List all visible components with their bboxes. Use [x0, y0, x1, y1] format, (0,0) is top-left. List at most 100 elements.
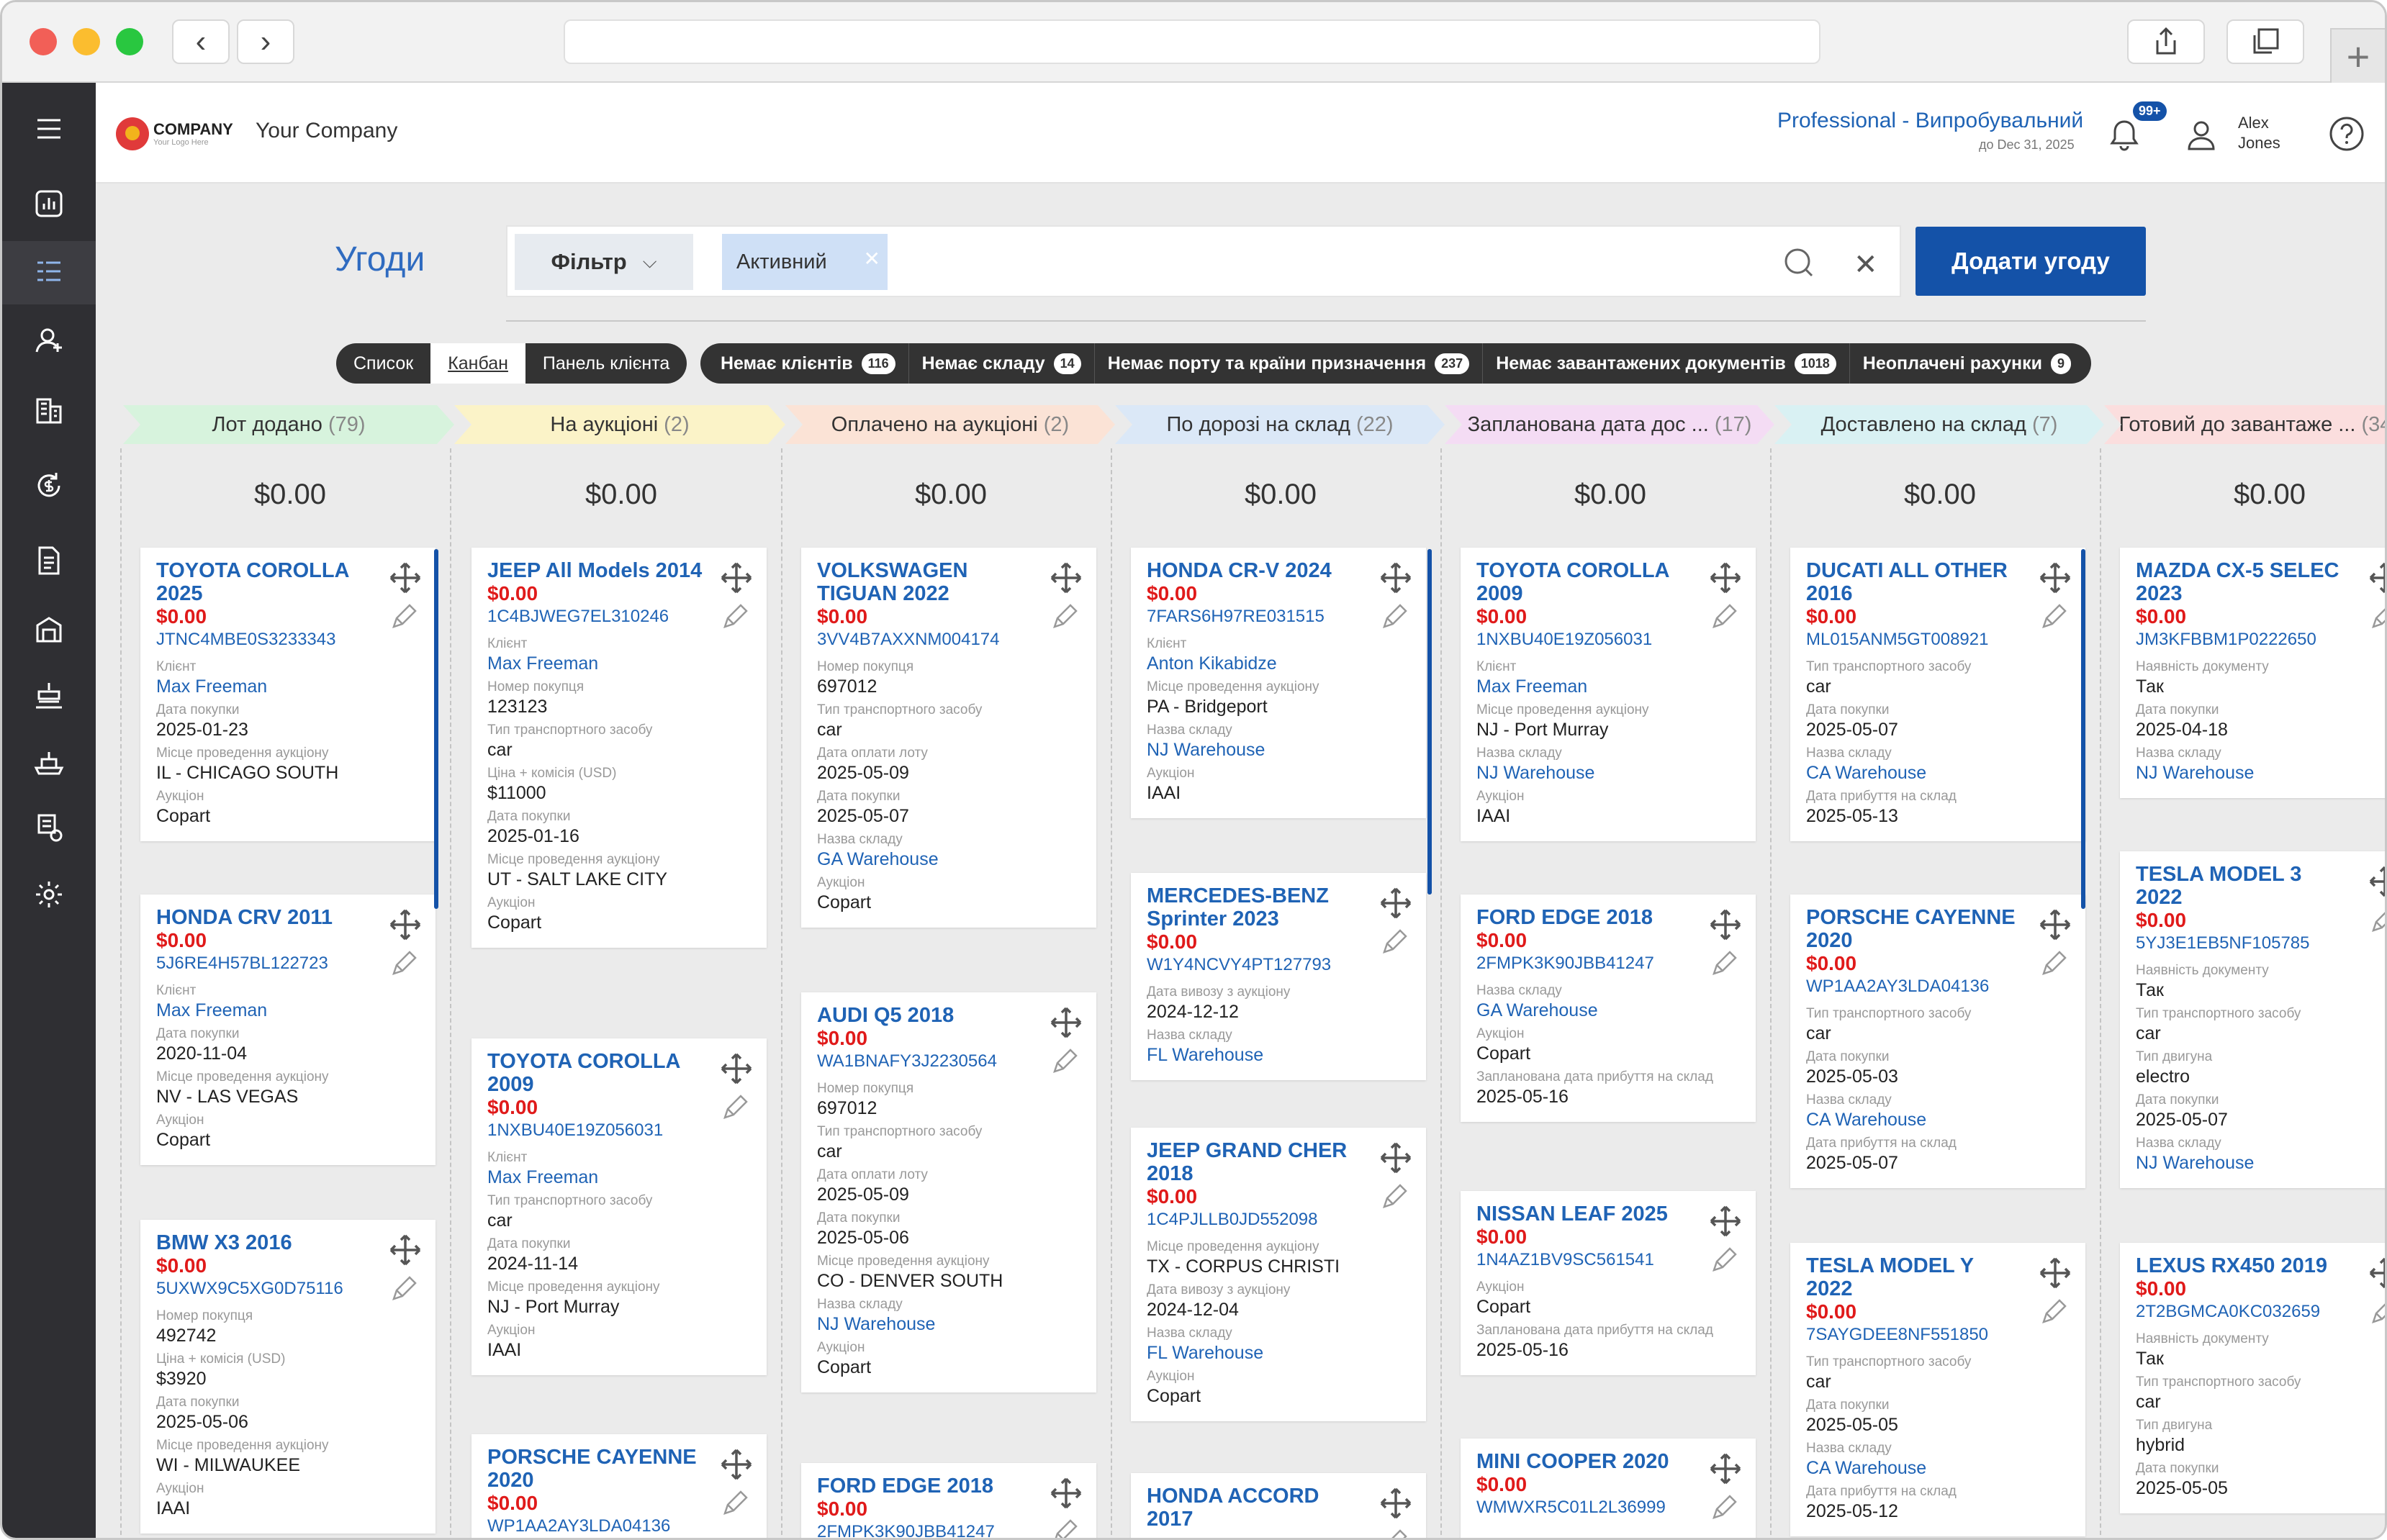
- quick-filter[interactable]: Немає завантажених документів 1018: [1483, 343, 1850, 384]
- deal-title[interactable]: TOYOTA COROLLA 2025: [156, 559, 372, 605]
- drag-move-icon[interactable]: [2368, 561, 2387, 595]
- deal-vin[interactable]: WP1AA2AY3LDA04136: [487, 1515, 752, 1538]
- drag-move-icon[interactable]: [388, 907, 423, 942]
- sidebar-item-warehouse[interactable]: [2, 598, 96, 661]
- sidebar-item-payments[interactable]: [2, 454, 96, 517]
- deal-card[interactable]: MAZDA CX-5 SELEC 2023 $0.00 JM3KFBBM1P0222…: [2120, 548, 2387, 798]
- field-value[interactable]: NJ Warehouse: [2136, 1152, 2385, 1174]
- deal-vin[interactable]: WP1AA2AY3LDA04136: [1806, 975, 2071, 998]
- pencil-icon[interactable]: [2039, 949, 2068, 978]
- deal-title[interactable]: DUCATI ALL OTHER 2016: [1806, 559, 2022, 605]
- sidebar-item-dashboard[interactable]: [2, 172, 96, 235]
- deal-card[interactable]: TOYOTA COROLLA 2009 $0.00 1NXBU40E19Z05603…: [471, 1038, 767, 1375]
- stage-header[interactable]: Оплачено на аукціоні (2): [785, 405, 1115, 444]
- pencil-icon[interactable]: [1380, 1182, 1409, 1211]
- drag-move-icon[interactable]: [1049, 1005, 1083, 1040]
- field-value[interactable]: NJ Warehouse: [1476, 762, 1741, 784]
- deal-title[interactable]: VOLKSWAGEN TIGUAN 2022: [817, 559, 1033, 605]
- quick-filter[interactable]: Немає порту та країни призначення 237: [1095, 343, 1484, 384]
- deal-card[interactable]: BMW X3 2016 $0.00 5UXWX9C5XG0D75116 Номер п…: [140, 1220, 436, 1534]
- deal-card[interactable]: MERCEDES-BENZ Sprinter 2023 $0.00 W1Y4NCVY…: [1131, 873, 1426, 1080]
- deal-title[interactable]: HONDA CRV 2011: [156, 906, 372, 929]
- pencil-icon[interactable]: [1710, 1493, 1738, 1522]
- minimize-window-button[interactable]: [73, 28, 100, 55]
- sidebar-menu-toggle[interactable]: [2, 97, 96, 160]
- deal-card[interactable]: FORD EDGE 2018 $0.00 2FMPK3K90JBB41247: [801, 1463, 1096, 1538]
- deal-title[interactable]: PORSCHE CAYENNE 2020: [1806, 906, 2022, 952]
- clear-icon[interactable]: ✕: [1854, 248, 1878, 281]
- drag-move-icon[interactable]: [1378, 1486, 1413, 1521]
- field-value[interactable]: Max Freeman: [156, 676, 421, 697]
- deal-vin[interactable]: 1C4BJWEG7EL310246: [487, 605, 752, 628]
- deal-vin[interactable]: WMWXR5C01L2L36999: [1476, 1496, 1741, 1519]
- field-value[interactable]: NJ Warehouse: [2136, 762, 2385, 784]
- deal-title[interactable]: MAZDA CX-5 SELEC 2023: [2136, 559, 2352, 605]
- deal-vin[interactable]: WA1BNAFY3J2230564: [817, 1050, 1082, 1073]
- drag-move-icon[interactable]: [2368, 1256, 2387, 1290]
- drag-move-icon[interactable]: [2038, 561, 2072, 595]
- deal-vin[interactable]: 1C4PJLLB0JD552098: [1147, 1208, 1412, 1231]
- view-list-tab[interactable]: Список: [336, 343, 430, 384]
- stage-header[interactable]: Готовий до завантаже ...(34: [2104, 405, 2387, 444]
- drag-move-icon[interactable]: [2368, 864, 2387, 899]
- drag-move-icon[interactable]: [1378, 886, 1413, 920]
- pencil-icon[interactable]: [721, 1489, 749, 1518]
- column-scrollbar[interactable]: [1427, 549, 1432, 894]
- deal-vin[interactable]: 2T2BGMCA0KC032659: [2136, 1300, 2385, 1323]
- deal-title[interactable]: TESLA MODEL 3 2022: [2136, 863, 2352, 909]
- back-button[interactable]: ‹: [172, 19, 230, 64]
- field-value[interactable]: CA Warehouse: [1806, 1109, 2071, 1131]
- deal-title[interactable]: AUDI Q5 2018: [817, 1004, 1033, 1027]
- deal-vin[interactable]: 2FMPK3K90JBB41247: [1476, 952, 1741, 975]
- field-value[interactable]: Max Freeman: [1476, 676, 1741, 697]
- stage-header[interactable]: На аукціоні (2): [454, 405, 785, 444]
- deal-card[interactable]: TOYOTA COROLLA 2025 $0.00 JTNC4MBE0S323334…: [140, 548, 436, 841]
- drag-move-icon[interactable]: [1708, 1204, 1743, 1238]
- add-deal-button[interactable]: Додати угоду: [1916, 227, 2146, 296]
- column-scrollbar[interactable]: [2081, 549, 2085, 909]
- sidebar-item-loading[interactable]: [2, 664, 96, 728]
- deal-card[interactable]: HONDA CR-V 2024 $0.00 7FARS6H97RE031515 Клі…: [1131, 548, 1426, 818]
- column-scrollbar[interactable]: [434, 549, 438, 909]
- deal-title[interactable]: TOYOTA COROLLA 2009: [1476, 559, 1692, 605]
- stage-header[interactable]: Запланована дата дос ... (17): [1445, 405, 1774, 444]
- share-button[interactable]: [2127, 19, 2205, 64]
- deal-title[interactable]: MINI COOPER 2020: [1476, 1450, 1692, 1473]
- pencil-icon[interactable]: [1710, 602, 1738, 631]
- deal-card[interactable]: PORSCHE CAYENNE 2020 $0.00 WP1AA2AY3LDA041…: [471, 1434, 767, 1538]
- deal-title[interactable]: BMW X3 2016: [156, 1231, 372, 1254]
- quick-filter[interactable]: Неоплачені рахунки 9: [1850, 343, 2084, 384]
- deal-vin[interactable]: 1NXBU40E19Z056031: [487, 1119, 752, 1142]
- deal-vin[interactable]: 5UXWX9C5XG0D75116: [156, 1277, 421, 1300]
- deal-card[interactable]: TESLA MODEL Y 2022 $0.00 7SAYGDEE8NF551850…: [1790, 1243, 2085, 1536]
- deal-title[interactable]: MERCEDES-BENZ Sprinter 2023: [1147, 884, 1363, 930]
- search-bar[interactable]: Фільтр ⌵ Активний ✕ ✕: [506, 225, 1901, 297]
- stage-header[interactable]: Лот додано (79): [123, 405, 454, 444]
- deal-vin[interactable]: 5YJ3E1EB5NF105785: [2136, 932, 2385, 955]
- deal-card[interactable]: JEEP All Models 2014 $0.00 1C4BJWEG7EL3102…: [471, 548, 767, 948]
- deal-card[interactable]: AUDI Q5 2018 $0.00 WA1BNAFY3J2230564 Номер …: [801, 992, 1096, 1392]
- sidebar-item-invoices[interactable]: [2, 529, 96, 592]
- pencil-icon[interactable]: [2039, 602, 2068, 631]
- pencil-icon[interactable]: [1710, 949, 1738, 978]
- company-logo[interactable]: COMPANY Your Logo Here: [116, 112, 240, 156]
- deal-title[interactable]: LEXUS RX450 2019: [2136, 1254, 2352, 1277]
- deal-card[interactable]: VOLKSWAGEN TIGUAN 2022 $0.00 3VV4B7AXXNM00…: [801, 548, 1096, 928]
- deal-title[interactable]: FORD EDGE 2018: [1476, 906, 1692, 929]
- drag-move-icon[interactable]: [1049, 1476, 1083, 1510]
- deal-card[interactable]: JEEP GRAND CHER 2018 $0.00 1C4PJLLB0JD5520…: [1131, 1128, 1426, 1421]
- user-name[interactable]: Alex Jones: [2238, 113, 2280, 153]
- pencil-icon[interactable]: [2369, 906, 2387, 935]
- drag-move-icon[interactable]: [388, 1233, 423, 1267]
- deal-title[interactable]: TESLA MODEL Y 2022: [1806, 1254, 2022, 1300]
- pencil-icon[interactable]: [1050, 1047, 1079, 1076]
- drag-move-icon[interactable]: [1708, 561, 1743, 595]
- deal-title[interactable]: TOYOTA COROLLA 2009: [487, 1050, 703, 1096]
- pencil-icon[interactable]: [2039, 1297, 2068, 1326]
- field-value[interactable]: Max Freeman: [156, 1000, 421, 1021]
- pencil-icon[interactable]: [389, 602, 418, 631]
- pencil-icon[interactable]: [1380, 928, 1409, 956]
- search-icon[interactable]: [1782, 245, 1816, 280]
- deal-vin[interactable]: 7SAYGDEE8NF551850: [1806, 1323, 2071, 1346]
- maximize-window-button[interactable]: [116, 28, 143, 55]
